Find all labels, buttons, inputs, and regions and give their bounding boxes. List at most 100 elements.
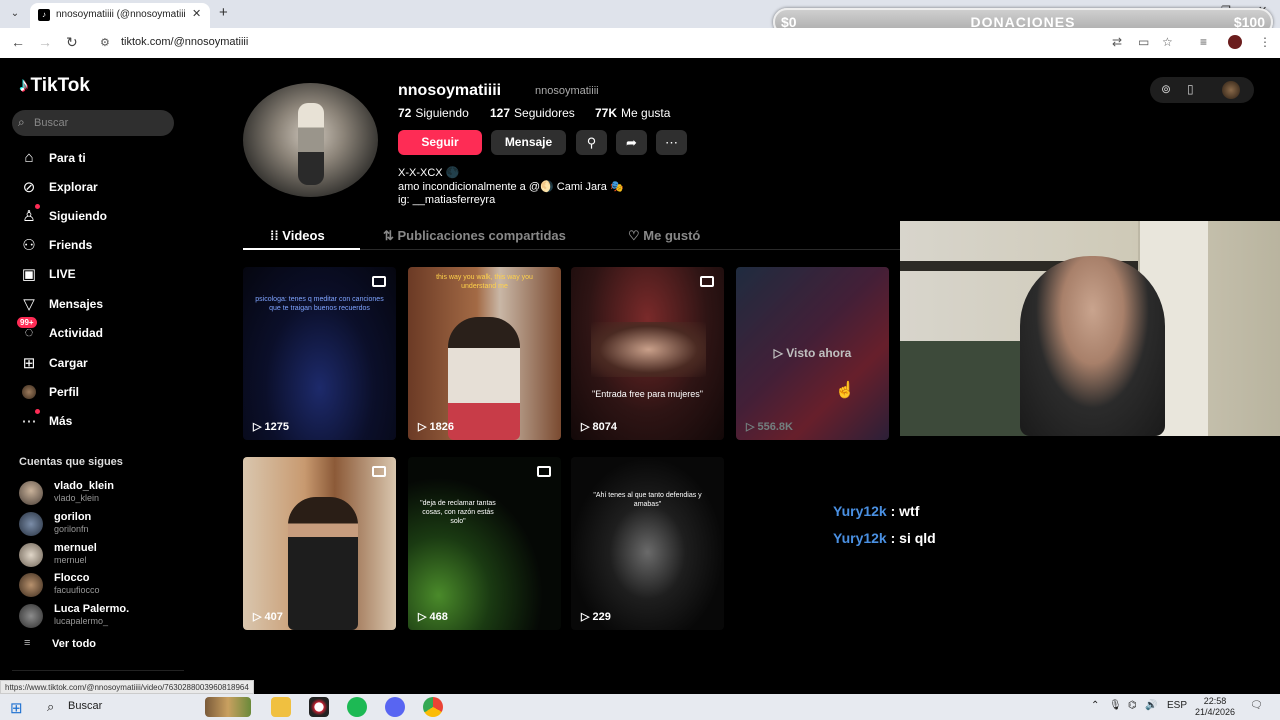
install-icon[interactable]: ▭ <box>1138 35 1149 49</box>
view-count: ▷ 8074 <box>581 420 617 433</box>
multi-photo-icon <box>700 276 714 287</box>
nav-explore[interactable]: ⊘ Explorar <box>19 177 179 199</box>
nav-following[interactable]: ♙ Siguiendo <box>19 204 179 228</box>
message-button[interactable]: Mensaje <box>491 130 566 155</box>
tab-liked[interactable]: ♡ Me gustó <box>628 228 700 244</box>
search-input[interactable]: ⌕ Buscar <box>12 110 174 136</box>
volume-icon[interactable]: 🔊 <box>1145 700 1157 711</box>
network-icon[interactable]: ⌬ <box>1128 700 1137 711</box>
tab-close-icon[interactable]: ✕ <box>192 7 201 20</box>
multi-photo-icon <box>537 466 551 477</box>
video-thumbnail[interactable]: psicologa: tenes q meditar con canciones… <box>243 267 396 440</box>
back-icon[interactable]: ← <box>11 34 25 50</box>
nav-live[interactable]: ▣ LIVE <box>19 264 179 286</box>
nav-for-you[interactable]: ⌂ Para ti <box>19 148 179 170</box>
tiktok-note-icon: ♪ <box>19 75 29 96</box>
nav-upload[interactable]: ⊞ Cargar <box>19 353 179 375</box>
coins-icon[interactable]: ⊚ <box>1161 82 1171 96</box>
more-icon: ⋯ <box>21 413 37 430</box>
tiktok-logo[interactable]: ♪ TikTok <box>19 75 90 97</box>
followed-account[interactable]: gorilon gorilonfn <box>19 511 179 536</box>
account-username: lucapalermo_ <box>54 616 109 626</box>
account-name: Flocco <box>54 572 90 584</box>
tab-reposts[interactable]: ⇅ Publicaciones compartidas <box>383 228 566 244</box>
followed-account[interactable]: Luca Palermo. lucapalermo_ <box>19 603 179 628</box>
following-count: 72 <box>398 106 412 120</box>
new-tab-icon[interactable]: + <box>219 4 228 21</box>
video-caption: "deja de reclamar tantas cosas, con razó… <box>420 500 496 526</box>
screen: ⌄ ♪ nnosoymatiiii (@nnosoymatiiii) ✕ + —… <box>0 0 1280 720</box>
view-count: ▷ 407 <box>253 610 283 623</box>
video-thumbnail[interactable]: ▷ Visto ahora ▷ 556.8K <box>736 267 889 440</box>
play-icon: ▷ <box>581 611 593 623</box>
video-thumbnail[interactable]: "Ahí tenes al que tanto defendias y amab… <box>571 457 724 630</box>
sidebar-divider <box>12 670 184 671</box>
translate-icon[interactable]: ⇄ <box>1112 35 1122 49</box>
bio-line: X-X-XCX 🌑 <box>398 167 460 179</box>
obs-icon[interactable] <box>309 697 329 717</box>
followed-account[interactable]: vlado_klein vlado_klein <box>19 480 179 505</box>
spotify-icon[interactable] <box>347 697 367 717</box>
account-username: vlado_klein <box>54 493 100 503</box>
followed-account[interactable]: mernuel mernuel <box>19 542 179 567</box>
reading-list-icon[interactable]: ≡ <box>1200 35 1207 49</box>
profile-avatar[interactable] <box>243 83 378 197</box>
add-friend-icon[interactable]: ⚲ <box>576 130 607 155</box>
input-language[interactable]: ESP <box>1167 700 1187 711</box>
follow-button[interactable]: Seguir <box>398 130 482 155</box>
tray-chevron-icon[interactable]: ⌃ <box>1091 700 1099 711</box>
site-info-icon[interactable]: ⚙ <box>100 36 110 49</box>
views: 556.8K <box>757 421 793 433</box>
url-field[interactable]: tiktok.com/@nnosoymatiiii <box>121 36 248 48</box>
file-explorer-icon[interactable] <box>271 697 291 717</box>
system-clock[interactable]: 22:58 21/4/2026 <box>1190 696 1240 718</box>
views: 8074 <box>592 421 617 433</box>
browser-profile-avatar[interactable] <box>1228 35 1242 49</box>
taskbar-search[interactable]: Buscar <box>68 700 102 712</box>
forward-icon[interactable]: → <box>38 34 52 50</box>
chat-user: Yury12k <box>833 530 887 546</box>
discord-icon[interactable] <box>385 697 405 717</box>
nav-profile[interactable]: Perfil <box>19 382 179 404</box>
chrome-icon[interactable] <box>423 697 443 717</box>
video-thumbnail[interactable]: "Entrada free para mujeres" ▷ 8074 <box>571 267 724 440</box>
user-avatar[interactable] <box>1222 81 1240 99</box>
bookmark-star-icon[interactable]: ☆ <box>1162 35 1173 49</box>
nav-friends[interactable]: ⚇ Friends <box>19 235 179 257</box>
tab-videos[interactable]: ⁞⁞ Videos <box>270 228 325 243</box>
clock-date: 21/4/2026 <box>1194 707 1236 717</box>
heart-outline-icon: ♡ <box>628 228 644 243</box>
browser-menu-icon[interactable]: ⋮ <box>1259 35 1271 49</box>
video-caption: psicologa: tenes q meditar con canciones… <box>255 296 384 313</box>
nav-activity[interactable]: ◌ 99+ Actividad <box>17 317 179 345</box>
following-stat[interactable]: 72 Siguiendo <box>398 106 469 120</box>
nav-more[interactable]: ⋯ Más <box>19 409 179 433</box>
nav-label: Explorar <box>49 180 98 194</box>
play-icon: ▷ <box>581 421 593 433</box>
video-thumbnail[interactable]: "deja de reclamar tantas cosas, con razó… <box>408 457 561 630</box>
windows-start-icon[interactable]: ⊞ <box>10 699 23 717</box>
reload-icon[interactable]: ↻ <box>66 34 78 51</box>
search-icon[interactable]: ⌕ <box>47 699 54 715</box>
video-thumbnail[interactable]: this way you walk, this way you understa… <box>408 267 561 440</box>
notifications-icon[interactable]: 🗨 <box>1250 700 1263 711</box>
followed-account[interactable]: Flocco facuufiocco <box>19 572 179 597</box>
tab-search-chevron-icon[interactable]: ⌄ <box>6 6 24 22</box>
nav-messages[interactable]: ▽ Mensajes <box>19 294 179 316</box>
share-icon[interactable]: ➦ <box>616 130 647 155</box>
nav-label: Perfil <box>49 385 80 399</box>
microphone-icon[interactable]: 🎙 <box>1109 700 1122 711</box>
search-highlight-image[interactable] <box>205 697 251 717</box>
avatar-figure <box>298 103 324 185</box>
nav-label: Actividad <box>49 326 104 340</box>
device-icon[interactable]: ▯ <box>1187 82 1194 96</box>
compass-icon: ⊘ <box>22 179 36 196</box>
account-username: mernuel <box>54 555 87 565</box>
messages-icon: ▽ <box>23 296 35 313</box>
more-options-icon[interactable]: ⋯ <box>656 130 687 155</box>
chat-user: Yury12k <box>833 503 887 519</box>
followers-stat[interactable]: 127 Seguidores <box>490 106 575 120</box>
logo-text: TikTok <box>30 75 90 96</box>
video-thumbnail[interactable]: ▷ 407 <box>243 457 396 630</box>
browser-tab[interactable]: ♪ nnosoymatiiii (@nnosoymatiiii) ✕ <box>30 3 210 28</box>
